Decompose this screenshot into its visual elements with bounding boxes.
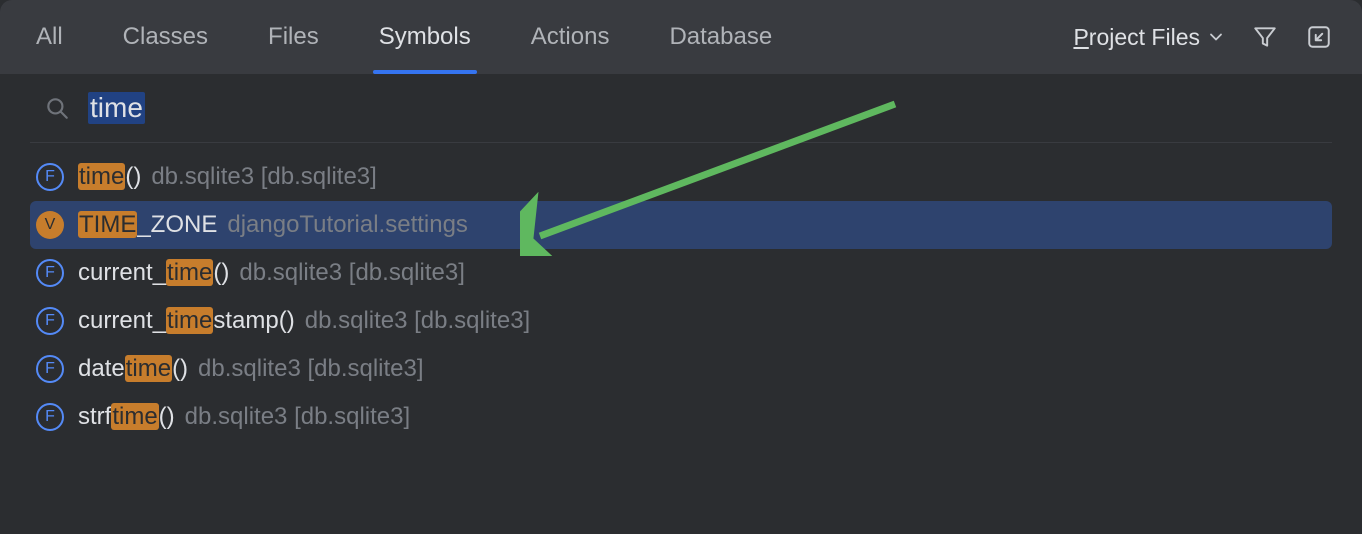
list-item[interactable]: F current_timestamp() db.sqlite3 [db.sql… — [30, 297, 1332, 345]
search-row: time — [0, 74, 1362, 142]
open-in-tool-window-icon[interactable] — [1306, 24, 1332, 50]
tab-files[interactable]: Files — [262, 0, 325, 74]
tab-symbols[interactable]: Symbols — [373, 0, 477, 74]
result-text: current_timestamp() db.sqlite3 [db.sqlit… — [78, 307, 530, 335]
tab-actions[interactable]: Actions — [525, 0, 616, 74]
list-item[interactable]: F datetime() db.sqlite3 [db.sqlite3] — [30, 345, 1332, 393]
header-actions: Project Files — [1073, 24, 1332, 51]
function-icon: F — [36, 355, 64, 383]
scope-mnemonic: P — [1073, 24, 1088, 50]
variable-icon: V — [36, 211, 64, 239]
result-text: strftime() db.sqlite3 [db.sqlite3] — [78, 403, 410, 431]
list-item[interactable]: F time() db.sqlite3 [db.sqlite3] — [30, 153, 1332, 201]
list-item[interactable]: V TIME_ZONE djangoTutorial.settings — [30, 201, 1332, 249]
result-text: TIME_ZONE djangoTutorial.settings — [78, 211, 468, 239]
scope-dropdown[interactable]: Project Files — [1073, 24, 1224, 51]
divider — [30, 142, 1332, 143]
function-icon: F — [36, 403, 64, 431]
results-list: F time() db.sqlite3 [db.sqlite3] V TIME_… — [0, 153, 1362, 441]
search-header: All Classes Files Symbols Actions Databa… — [0, 0, 1362, 74]
result-text: datetime() db.sqlite3 [db.sqlite3] — [78, 355, 424, 383]
search-icon — [44, 95, 70, 121]
result-text: time() db.sqlite3 [db.sqlite3] — [78, 163, 377, 191]
scope-label: roject Files — [1089, 24, 1200, 50]
result-text: current_time() db.sqlite3 [db.sqlite3] — [78, 259, 465, 287]
function-icon: F — [36, 307, 64, 335]
filter-icon[interactable] — [1252, 24, 1278, 50]
tabs: All Classes Files Symbols Actions Databa… — [30, 0, 778, 74]
function-icon: F — [36, 163, 64, 191]
function-icon: F — [36, 259, 64, 287]
tab-database[interactable]: Database — [663, 0, 778, 74]
tab-all[interactable]: All — [30, 0, 69, 74]
list-item[interactable]: F strftime() db.sqlite3 [db.sqlite3] — [30, 393, 1332, 441]
chevron-down-icon — [1208, 29, 1224, 45]
tab-classes[interactable]: Classes — [117, 0, 214, 74]
search-input[interactable]: time — [88, 92, 145, 124]
list-item[interactable]: F current_time() db.sqlite3 [db.sqlite3] — [30, 249, 1332, 297]
